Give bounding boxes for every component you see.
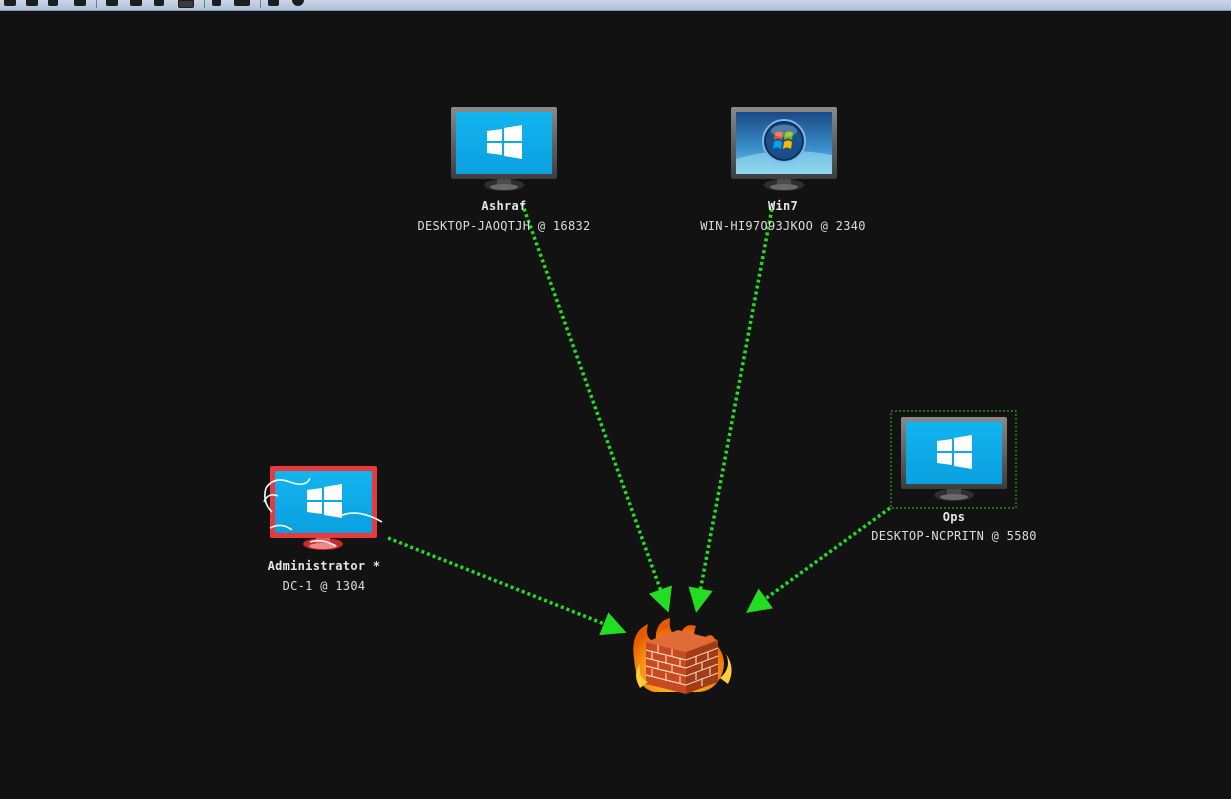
node-title-win7: Win7	[767, 199, 799, 213]
monitor-icon	[451, 107, 557, 191]
node-title-administrator: Administrator *	[267, 559, 381, 573]
node-ashraf[interactable]	[451, 107, 557, 191]
link-administrator	[387, 536, 627, 636]
pivot-links	[387, 202, 892, 636]
node-title-ashraf: Ashraf	[481, 199, 527, 213]
node-ops[interactable]	[901, 417, 1007, 501]
link-ashraf	[520, 202, 672, 613]
monitor-icon	[731, 107, 837, 191]
node-subtitle-administrator: DC-1 @ 1304	[282, 579, 366, 593]
node-win7[interactable]	[731, 107, 837, 191]
node-subtitle-ashraf: DESKTOP-JAOQTJH @ 16832	[417, 219, 591, 233]
pivot-graph	[263, 107, 1017, 694]
node-administrator[interactable]	[263, 466, 383, 550]
monitor-icon	[901, 417, 1007, 501]
firewall-icon[interactable]	[633, 618, 732, 694]
brick-wall	[645, 630, 719, 694]
node-subtitle-ops: DESKTOP-NCPRITN @ 5580	[871, 529, 1037, 543]
link-win7	[688, 202, 775, 613]
node-title-ops: Ops	[942, 510, 966, 524]
monitor-icon	[270, 466, 377, 550]
windows7-orb-icon	[762, 119, 806, 163]
link-ops	[746, 506, 892, 613]
node-subtitle-win7: WIN-HI97O93JKOO @ 2340	[700, 219, 866, 233]
